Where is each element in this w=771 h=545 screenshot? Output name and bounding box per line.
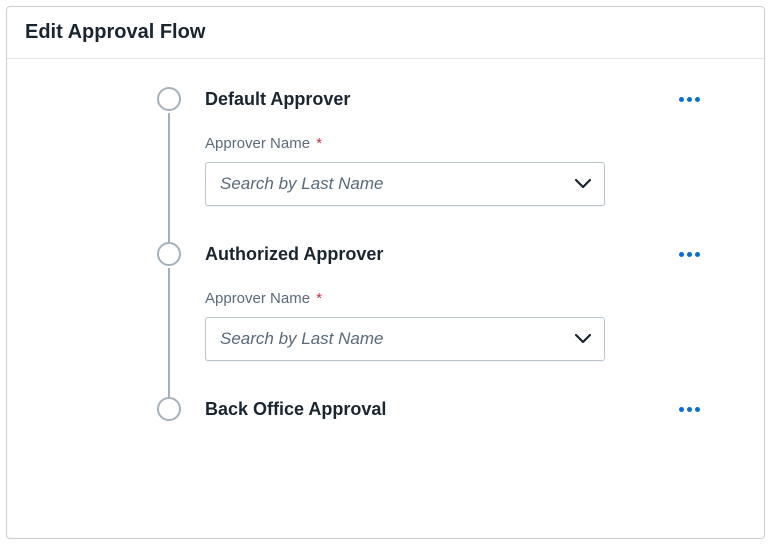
flow-step-default-approver: Default Approver Approver Name * Search …: [157, 87, 704, 242]
step-more-actions-button[interactable]: [675, 252, 704, 257]
approver-name-input[interactable]: Search by Last Name: [205, 317, 605, 361]
step-circle-icon: [157, 397, 181, 421]
approver-name-field: Approver Name * Search by Last Name: [205, 135, 704, 206]
field-label: Approver Name *: [205, 290, 704, 307]
flow-step-authorized-approver: Authorized Approver Approver Name * Sear…: [157, 242, 704, 397]
step-indicator: [157, 87, 181, 242]
step-circle-icon: [157, 87, 181, 111]
required-mark: *: [316, 290, 322, 307]
step-connector-line: [168, 113, 170, 242]
field-label-text: Approver Name: [205, 135, 310, 152]
approver-name-input[interactable]: Search by Last Name: [205, 162, 605, 206]
step-title: Default Approver: [205, 89, 350, 110]
approver-name-field: Approver Name * Search by Last Name: [205, 290, 704, 361]
field-label: Approver Name *: [205, 135, 704, 152]
required-mark: *: [316, 135, 322, 152]
approver-name-combobox[interactable]: Search by Last Name: [205, 162, 605, 206]
step-more-actions-button[interactable]: [675, 97, 704, 102]
panel-header: Edit Approval Flow: [7, 7, 764, 59]
field-label-text: Approver Name: [205, 290, 310, 307]
step-indicator: [157, 397, 181, 421]
step-connector-line: [168, 268, 170, 397]
approver-name-combobox[interactable]: Search by Last Name: [205, 317, 605, 361]
step-title: Authorized Approver: [205, 244, 383, 265]
edit-approval-flow-panel: Edit Approval Flow Default Approver Appr…: [6, 6, 765, 539]
approval-flow-list: Default Approver Approver Name * Search …: [7, 59, 764, 441]
flow-step-back-office-approval: Back Office Approval: [157, 397, 704, 421]
step-indicator: [157, 242, 181, 397]
panel-title: Edit Approval Flow: [25, 21, 746, 44]
step-circle-icon: [157, 242, 181, 266]
step-more-actions-button[interactable]: [675, 407, 704, 412]
step-title: Back Office Approval: [205, 399, 386, 420]
